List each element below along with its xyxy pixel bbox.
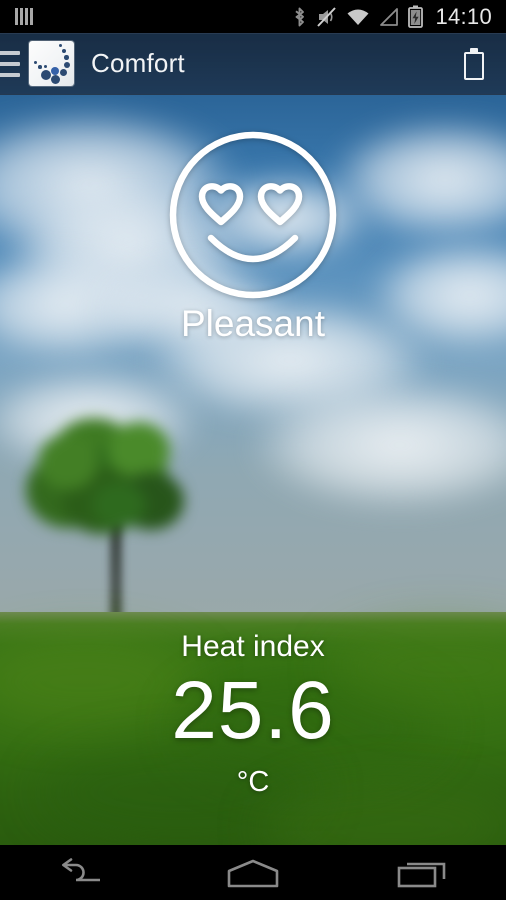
back-button[interactable] bbox=[29, 845, 139, 900]
action-bar: Comfort bbox=[0, 33, 506, 95]
hamburger-menu-icon[interactable] bbox=[0, 33, 23, 95]
battery-icon[interactable] bbox=[464, 47, 484, 80]
sim-signal-bars-icon bbox=[15, 8, 33, 25]
home-icon bbox=[227, 859, 279, 887]
wifi-icon bbox=[347, 9, 369, 25]
cell-signal-icon bbox=[380, 7, 399, 26]
smiley-heart-eyes-icon bbox=[169, 131, 337, 299]
status-bar-left bbox=[0, 8, 33, 25]
status-bar-clock: 14:10 bbox=[435, 3, 492, 29]
heat-index-unit: °C bbox=[236, 766, 270, 798]
app-logo-icon[interactable] bbox=[29, 41, 74, 86]
phone-screen: 14:10 Comfort Pleasant Heat index 25.6 °… bbox=[0, 0, 506, 900]
bluetooth-icon bbox=[295, 7, 305, 26]
android-navigation-bar bbox=[0, 845, 506, 900]
recent-apps-icon bbox=[397, 862, 445, 887]
comfort-face-wrap bbox=[0, 128, 506, 302]
volume-muted-icon bbox=[317, 6, 337, 27]
heat-index-value: 25.6 bbox=[171, 665, 335, 756]
comfort-status-label: Pleasant bbox=[181, 303, 325, 344]
battery-charging-icon bbox=[408, 5, 424, 28]
home-button[interactable] bbox=[198, 845, 308, 900]
status-bar: 14:10 bbox=[0, 0, 506, 33]
page-title: Comfort bbox=[91, 48, 185, 78]
status-bar-right: 14:10 bbox=[292, 5, 506, 28]
heat-index-label: Heat index bbox=[181, 630, 325, 663]
heat-index-readout: Heat index 25.6 °C bbox=[0, 630, 506, 799]
main-content: Pleasant Heat index 25.6 °C bbox=[0, 95, 506, 845]
back-arrow-icon bbox=[62, 857, 101, 881]
recent-apps-button[interactable] bbox=[367, 845, 477, 900]
